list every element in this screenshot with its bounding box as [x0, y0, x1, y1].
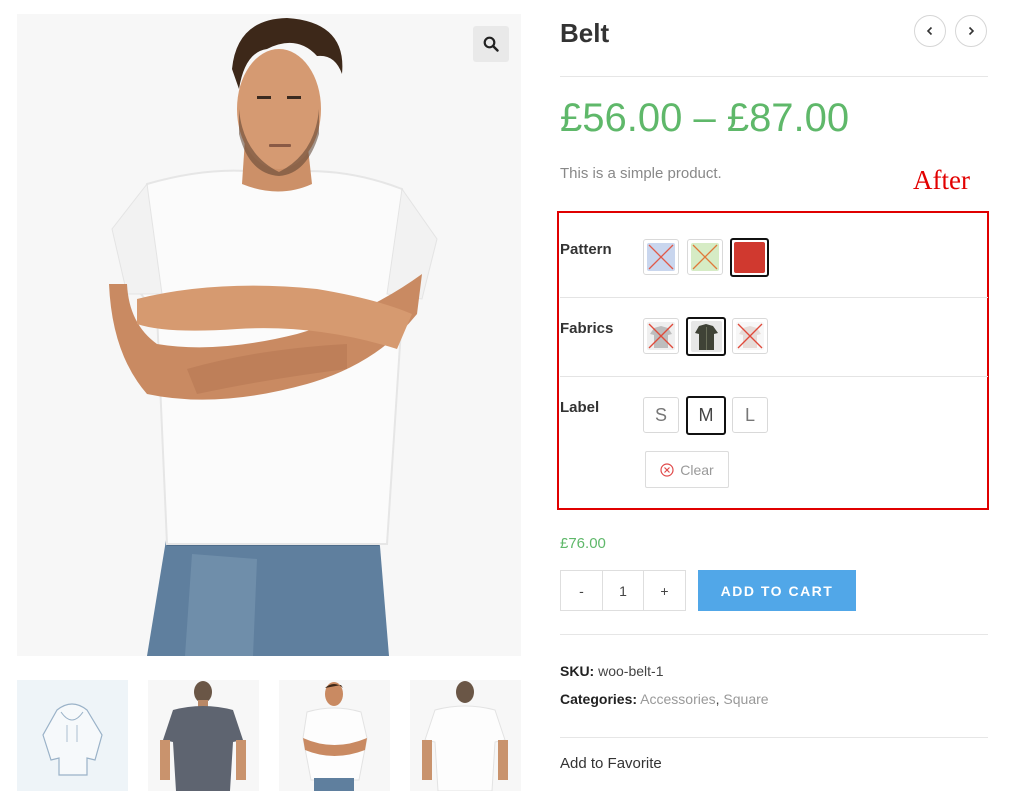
- swatch-color: [734, 242, 765, 273]
- swatch-image: [690, 321, 722, 352]
- add-to-favorite-link[interactable]: Add to Favorite: [560, 755, 662, 772]
- next-product-button[interactable]: [955, 15, 987, 47]
- fabric-swatch-dark-jacket[interactable]: [686, 317, 726, 356]
- pattern-swatch-green[interactable]: [687, 239, 723, 275]
- unavailable-cross-icon: [648, 244, 674, 270]
- search-icon: [483, 36, 499, 52]
- quantity-increase-button[interactable]: +: [644, 571, 685, 610]
- thumbnail-white-tee-back[interactable]: [410, 680, 521, 791]
- grey-tshirt-image: [148, 680, 259, 791]
- unavailable-cross-icon: [692, 244, 718, 270]
- thumbnail-white-tee-front[interactable]: [279, 680, 390, 791]
- label-option-s[interactable]: S: [643, 397, 679, 433]
- light-shirt-image: [737, 323, 763, 349]
- thumbnail-gallery: [17, 680, 521, 791]
- pattern-swatch-blue[interactable]: [643, 239, 679, 275]
- swatch-color: [647, 243, 675, 271]
- quantity-decrease-button[interactable]: -: [561, 571, 602, 610]
- category-link-accessories[interactable]: Accessories: [640, 691, 715, 707]
- label-option-text: M: [698, 405, 714, 425]
- variation-divider: [560, 376, 988, 377]
- category-separator: ,: [715, 691, 720, 707]
- swatch-image: [736, 322, 764, 350]
- label-label: Label: [560, 399, 600, 416]
- pattern-swatch-red[interactable]: [730, 238, 769, 277]
- fabric-swatch-light-shirt[interactable]: [732, 318, 768, 354]
- fabric-swatch-grey-shirt[interactable]: [643, 318, 679, 354]
- price-range: £56.00 – £87.00: [560, 96, 850, 140]
- quantity-stepper: - 1 +: [560, 570, 686, 611]
- divider: [560, 634, 988, 635]
- categories-label: Categories:: [560, 691, 638, 707]
- clear-circle-icon: [660, 462, 674, 477]
- short-description: This is a simple product.: [560, 165, 722, 182]
- hoodie-sketch-image: [17, 680, 128, 791]
- dark-jacket-image: [694, 324, 718, 350]
- categories-line: Categories: Accessories, Square: [560, 691, 769, 707]
- thumbnail-hoodie[interactable]: [17, 680, 128, 791]
- clear-selection-button[interactable]: Clear: [645, 451, 729, 488]
- label-option-m[interactable]: M: [686, 396, 726, 435]
- thumbnail-grey-tee-back[interactable]: [148, 680, 259, 791]
- white-tshirt-front-image: [279, 680, 390, 791]
- swatch-color: [691, 243, 719, 271]
- label-option-text: L: [744, 404, 755, 425]
- variation-divider: [560, 297, 988, 298]
- product-title: Belt: [560, 18, 610, 48]
- zoom-button[interactable]: [473, 26, 509, 62]
- category-link-square[interactable]: Square: [723, 691, 768, 707]
- clear-label: Clear: [680, 461, 714, 478]
- fabrics-label: Fabrics: [560, 320, 614, 337]
- white-tshirt-back-image: [410, 680, 521, 791]
- divider: [560, 737, 988, 738]
- label-option-text: S: [654, 404, 667, 425]
- divider: [560, 76, 988, 77]
- main-product-image[interactable]: [17, 14, 521, 656]
- product-summary: Belt £56.00 – £87.00 This is a simple pr…: [557, 0, 989, 808]
- chevron-left-icon: [926, 26, 933, 36]
- quantity-input[interactable]: 1: [602, 571, 644, 610]
- after-annotation: After: [913, 165, 970, 195]
- model-photo: [17, 14, 521, 656]
- sku-value: woo-belt-1: [598, 663, 664, 679]
- grey-shirt-image: [648, 323, 674, 349]
- label-option-l[interactable]: L: [732, 397, 768, 433]
- swatch-image: [647, 322, 675, 350]
- variations-highlight-box: [557, 211, 989, 510]
- sku-line: SKU: woo-belt-1: [560, 663, 664, 679]
- pattern-label: Pattern: [560, 241, 612, 258]
- previous-product-button[interactable]: [914, 15, 946, 47]
- chevron-right-icon: [968, 26, 975, 36]
- variation-price: £76.00: [560, 535, 606, 552]
- add-to-cart-button[interactable]: ADD TO CART: [698, 570, 856, 611]
- sku-label: SKU:: [560, 663, 595, 679]
